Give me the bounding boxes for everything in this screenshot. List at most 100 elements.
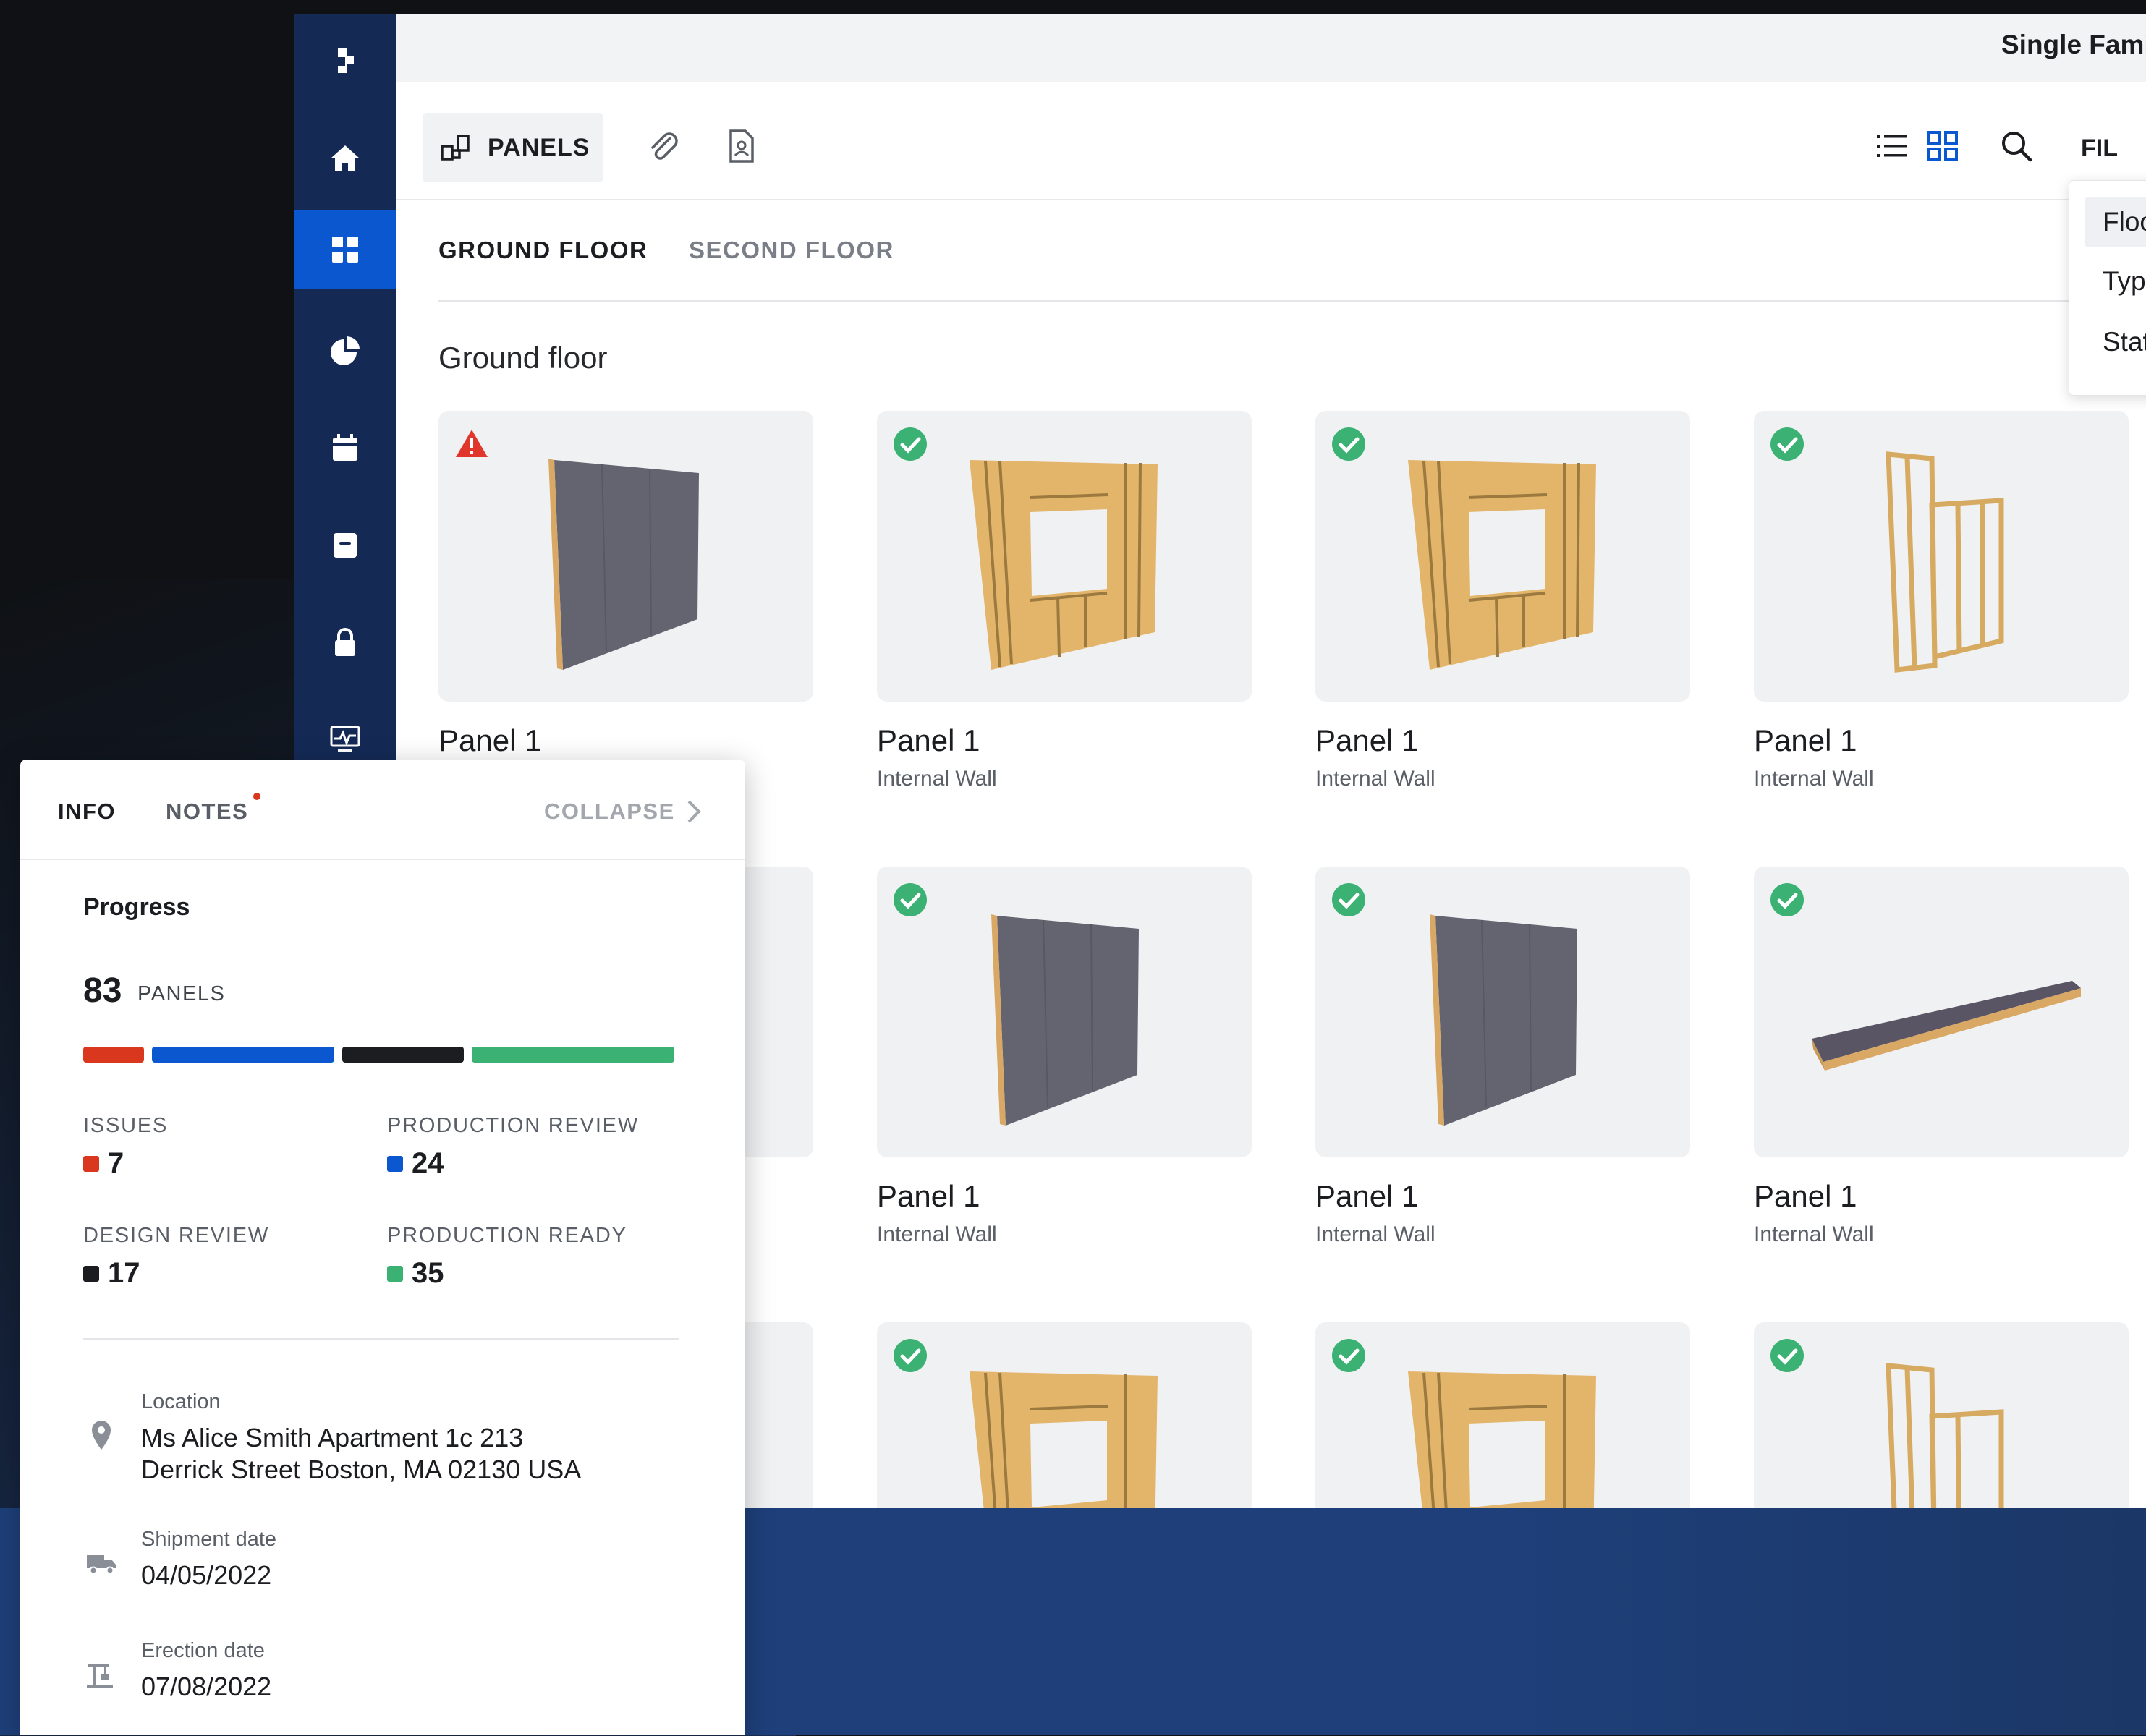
project-title: Single Family House [2001,30,2146,59]
dropdown-item-floor[interactable]: Floo [2103,207,2146,237]
tab-notes[interactable]: NOTES [166,799,248,825]
collapse-button[interactable]: COLLAPSE [544,799,675,825]
floor-slab-panel-image [1812,981,2081,1071]
calendar-icon[interactable] [294,409,396,487]
dropdown-item-type[interactable]: Typ [2103,266,2146,297]
panel-card[interactable]: Panel 1 [438,411,815,816]
location-pin-icon [92,1421,111,1450]
progress-bar-production-review [152,1047,334,1063]
filter-button[interactable]: FIL [2081,135,2118,163]
section-title: Ground floor [438,341,608,375]
dropdown-item-status[interactable]: Stat [2103,327,2146,357]
window-frame-panel-image [1408,460,1596,670]
solid-panel-image [1430,914,1577,1126]
panel-card[interactable] [877,1322,1253,1508]
shipment-date-label: Shipment date [141,1528,277,1551]
tab-info[interactable]: INFO [58,799,116,825]
grid-icon[interactable] [294,210,396,289]
panels-tab[interactable]: PANELS [423,113,603,182]
document-icon[interactable] [722,127,761,166]
panels-icon [441,135,470,161]
panel-thumbnail [1315,411,1690,702]
panel-title: Panel 1 [1315,1179,1419,1213]
stud-frame-panel-image [1886,451,2004,673]
grid-view-icon[interactable] [1923,127,1962,166]
solid-panel-image [991,914,1139,1126]
panel-thumbnail [1315,867,1690,1157]
erection-date-label: Erection date [141,1639,265,1662]
shipment-date-value: 04/05/2022 [141,1560,272,1590]
erection-date-value: 07/08/2022 [141,1672,272,1701]
progress-heading: Progress [83,893,190,921]
check-icon [1770,883,1804,916]
check-icon [894,883,927,916]
logo-icon[interactable] [294,22,396,101]
production-review-label: PRODUCTION REVIEW [387,1114,639,1137]
panel-card[interactable]: Panel 1 Internal Wall [1315,411,1692,816]
panel-thumbnail [438,411,813,702]
solid-panel-image [548,459,699,670]
crane-icon [87,1664,113,1688]
stud-frame-panel-image [1886,1363,2004,1508]
panel-type: Internal Wall [1315,1222,1435,1246]
panel-title: Panel 1 [1315,723,1419,757]
panel-type: Internal Wall [877,1222,997,1246]
design-review-value: 17 [108,1257,140,1289]
chevron-right-icon[interactable] [684,797,703,826]
production-ready-label: PRODUCTION READY [387,1224,627,1247]
panel-count: 83 [83,971,122,1010]
panel-card[interactable] [1754,1322,2130,1508]
panel-thumbnail [877,411,1252,702]
panel-card[interactable] [1315,1322,1692,1508]
panel-type: Internal Wall [1754,767,1874,791]
panel-count-unit: PANELS [137,982,226,1005]
tab-second-floor[interactable]: SECOND FLOOR [689,237,894,264]
panel-thumbnail [1754,1322,2129,1508]
panel-thumbnail [1754,867,2129,1157]
issues-label: ISSUES [83,1114,169,1137]
panel-title: Panel 1 [877,1179,980,1213]
location-line-2: Derrick Street Boston, MA 02130 USA [141,1455,582,1484]
check-icon [1332,427,1365,461]
notification-dot [253,793,260,800]
pie-chart-icon[interactable] [294,312,396,390]
paperclip-icon[interactable] [644,127,683,166]
issues-value: 7 [108,1147,124,1179]
progress-bar-issues [83,1047,144,1063]
panel-card[interactable]: Panel 1 Internal Wall [877,411,1253,816]
panel-thumbnail [877,1322,1252,1508]
archive-icon[interactable] [294,506,396,584]
progress-bar-production-ready [472,1047,674,1063]
check-icon [894,1339,927,1372]
panel-type: Internal Wall [877,767,997,791]
panel-title: Panel 1 [877,723,980,757]
panel-title: Panel 1 [438,723,542,757]
filter-dropdown: Floo Typ Stat [2069,180,2146,396]
list-view-icon[interactable] [1873,127,1912,166]
production-review-value: 24 [412,1147,444,1179]
home-icon[interactable] [294,119,396,197]
location-line-1: Ms Alice Smith Apartment 1c 213 [141,1423,524,1452]
lock-icon[interactable] [294,603,396,681]
location-label: Location [141,1390,221,1413]
floor-tabs: GROUND FLOOR SECOND FLOOR [438,199,2095,302]
check-icon [1332,883,1365,916]
check-icon [1332,1339,1365,1372]
panel-card[interactable]: Panel 1 Internal Wall [1754,867,2130,1272]
progress-bar-design-review [342,1047,464,1063]
panel-type: Internal Wall [1315,767,1435,791]
panel-card[interactable]: Panel 1 Internal Wall [1754,411,2130,816]
search-icon[interactable] [1997,127,2036,166]
tab-ground-floor[interactable]: GROUND FLOOR [438,237,648,264]
panel-title: Panel 1 [1754,1179,1857,1213]
check-icon [1770,1339,1804,1372]
panel-card[interactable]: Panel 1 Internal Wall [877,867,1253,1272]
panels-tab-label: PANELS [488,133,590,161]
check-icon [1770,427,1804,461]
info-tabs: INFO NOTES COLLAPSE [20,760,745,860]
divider [83,1338,679,1340]
panel-thumbnail [1754,411,2129,702]
panel-card[interactable]: Panel 1 Internal Wall [1315,867,1692,1272]
toolbar: PANELS FIL [396,82,2146,200]
design-review-label: DESIGN REVIEW [83,1224,270,1247]
